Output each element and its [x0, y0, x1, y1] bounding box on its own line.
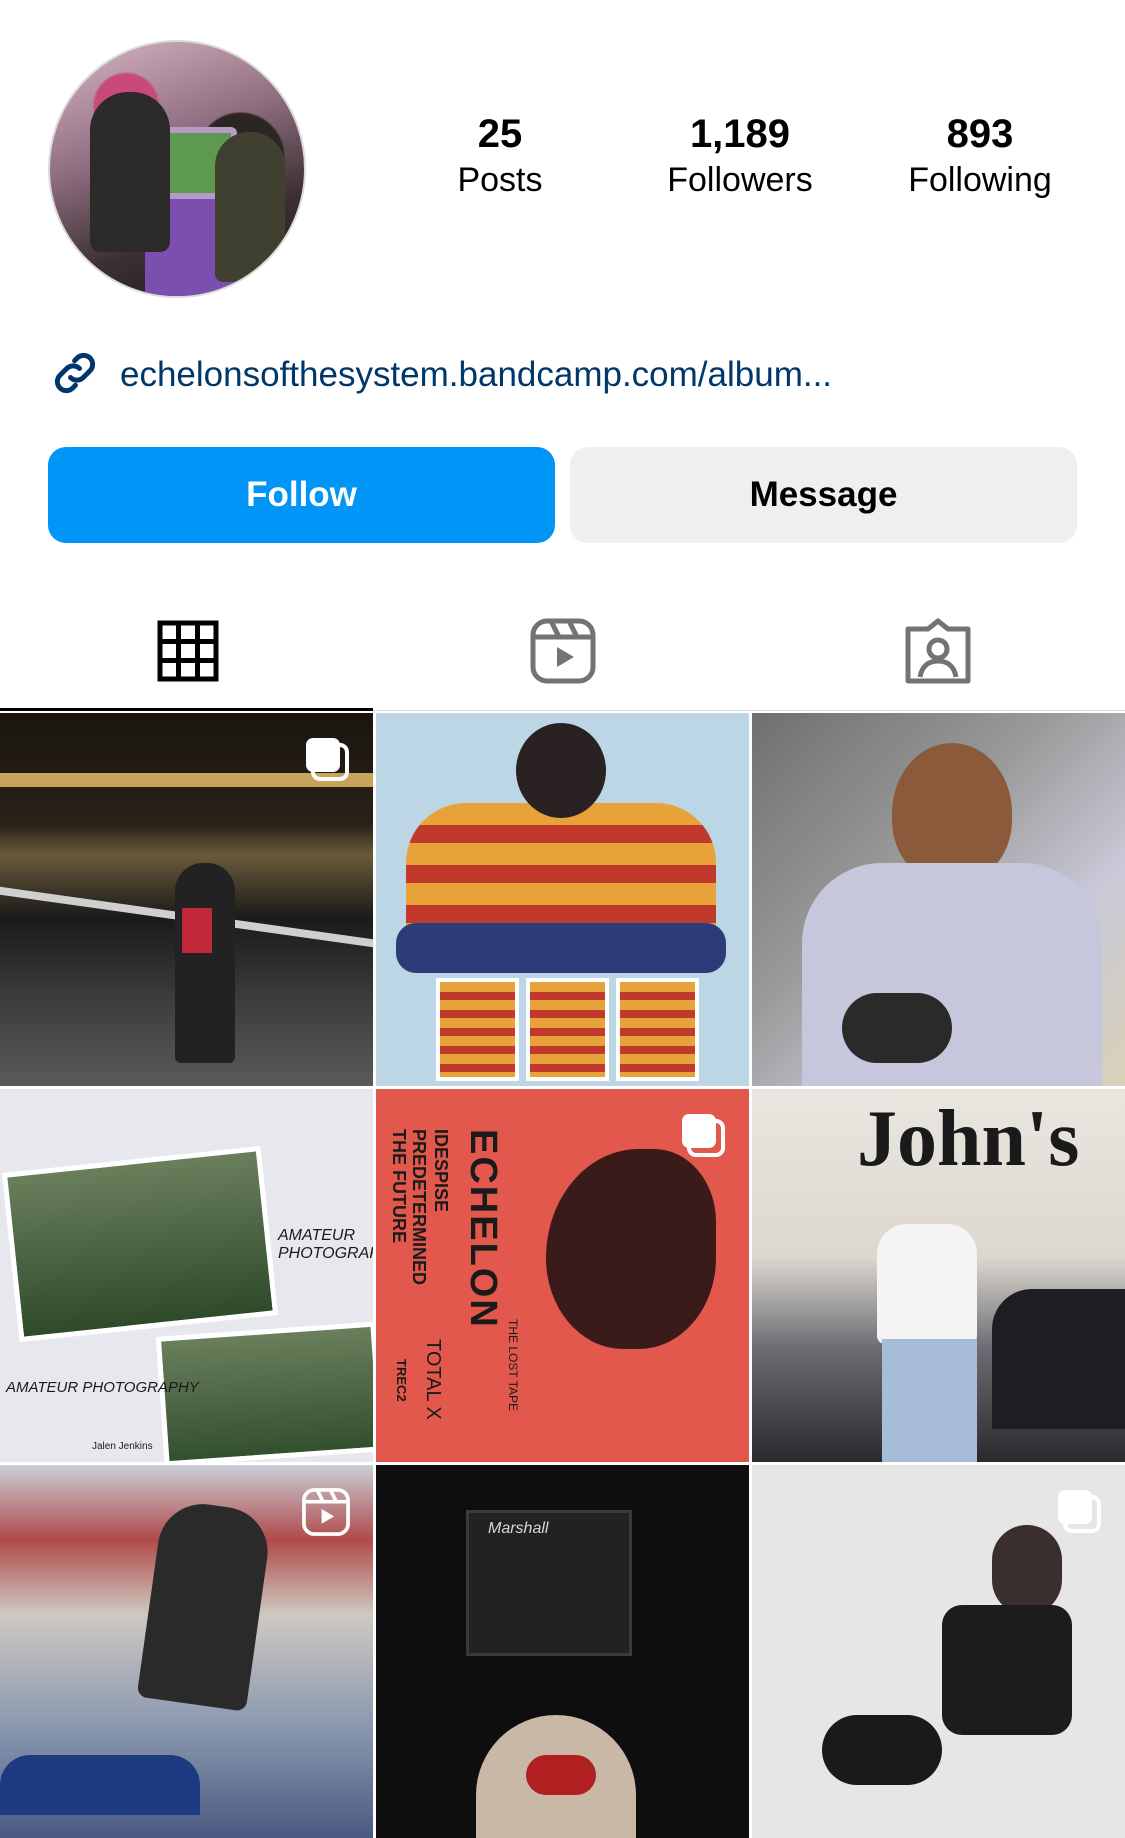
post-tile[interactable] [752, 713, 1125, 1086]
profile-link-text[interactable]: echelonsofthesystem.bandcamp.com/album..… [120, 355, 832, 395]
post-image-thumb [436, 978, 519, 1081]
post-image-person [822, 1715, 942, 1785]
post-tile[interactable] [0, 1465, 373, 1838]
followers-count-value: 1,189 [689, 112, 791, 156]
posts-count[interactable]: 25 Posts [390, 110, 610, 202]
post-image-jeans [882, 1339, 977, 1462]
post-tile[interactable] [0, 713, 373, 1086]
post-tile[interactable]: John's [752, 1089, 1125, 1462]
active-tab-indicator [0, 708, 373, 711]
post-image-person [175, 863, 235, 1063]
post-image-scarf [182, 908, 212, 953]
post-image-car [0, 1755, 200, 1815]
post-image-tshirt [877, 1224, 977, 1344]
post-image-person [136, 1498, 274, 1712]
posts-count-value: 25 [477, 112, 523, 156]
carousel-icon [679, 1111, 727, 1164]
post-image-hair [992, 1525, 1062, 1615]
following-count-value: 893 [946, 112, 1014, 156]
tab-posts[interactable] [0, 595, 375, 711]
post-text: ECHELON [462, 1129, 504, 1329]
post-image-dragon-art [546, 1149, 716, 1349]
reels-icon [301, 1487, 351, 1542]
post-text: John's [857, 1095, 1080, 1183]
following-count-label: Following [908, 161, 1052, 199]
post-text: Marshall [488, 1520, 549, 1537]
post-tile[interactable]: ECHELON THE LOST TAPE IDESPISE PREDETERM… [376, 1089, 749, 1462]
post-text: AMATEUR PHOTOGRAPHY [6, 1379, 199, 1396]
carousel-icon [1055, 1487, 1103, 1540]
post-image-photo-print [1, 1145, 279, 1343]
post-text: IDESPISE [431, 1129, 451, 1213]
post-text: PREDETERMINED [409, 1129, 429, 1286]
follow-button[interactable]: Follow [48, 447, 555, 543]
post-tile[interactable] [376, 713, 749, 1086]
post-image-shirt [802, 863, 1102, 1086]
post-image-hair [526, 1755, 596, 1795]
post-image-controller [842, 993, 952, 1063]
post-image-thumb [616, 978, 699, 1081]
followers-count[interactable]: 1,189 Followers [630, 110, 850, 202]
post-tile[interactable]: AMATEUR PHOTOGRAPHY AMATEUR PHOTOGRAPHY … [0, 1089, 373, 1462]
post-text: THE LOST TAPE [506, 1319, 520, 1412]
post-image-hair [516, 723, 606, 818]
post-text: AMATEUR PHOTOGRAPHY [278, 1227, 373, 1262]
tagged-icon [904, 617, 972, 690]
grid-icon [156, 619, 220, 688]
post-tile[interactable] [752, 1465, 1125, 1838]
post-text: TREC2 [394, 1359, 409, 1402]
following-count[interactable]: 893 Following [870, 110, 1090, 202]
profile-tabs [0, 595, 1125, 711]
post-text: THE FUTURE [389, 1129, 409, 1243]
post-image-dress [942, 1605, 1072, 1735]
post-tile[interactable]: Marshall [376, 1465, 749, 1838]
post-image-jeans [396, 923, 726, 973]
post-image-face [892, 743, 1012, 883]
reels-icon [529, 617, 597, 690]
post-image-car [992, 1289, 1125, 1429]
tab-tagged[interactable] [750, 595, 1125, 711]
profile-link[interactable]: echelonsofthesystem.bandcamp.com/album..… [48, 348, 832, 402]
profile-stats: 25 Posts 1,189 Followers 893 Following [0, 110, 1125, 210]
posts-count-label: Posts [457, 161, 543, 199]
post-text: Jalen Jenkins [92, 1441, 153, 1452]
message-button[interactable]: Message [570, 447, 1077, 543]
post-text: TOTAL X [422, 1339, 444, 1420]
carousel-icon [303, 735, 351, 788]
followers-count-label: Followers [667, 161, 813, 199]
post-image-thumb [526, 978, 609, 1081]
tab-reels[interactable] [375, 595, 750, 711]
link-icon [48, 346, 102, 405]
